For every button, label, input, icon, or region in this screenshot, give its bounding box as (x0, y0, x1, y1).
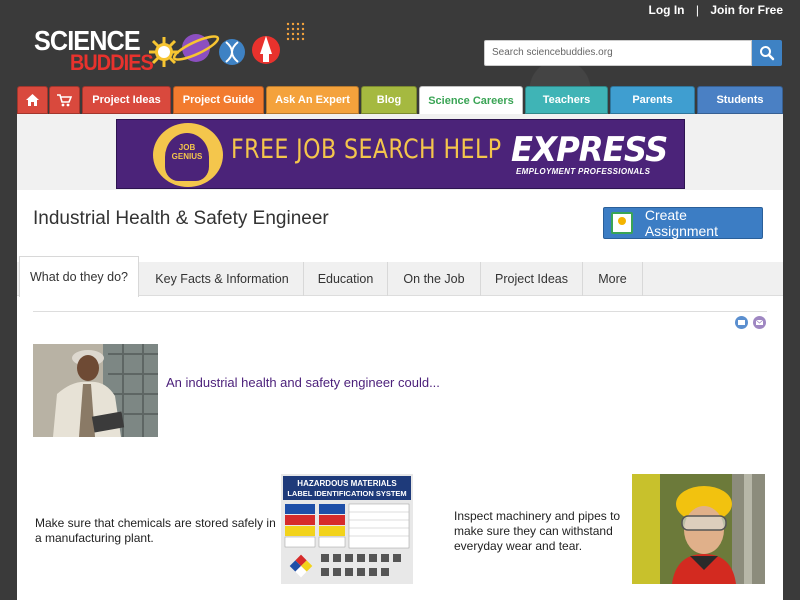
page-title: Industrial Health & Safety Engineer (33, 208, 329, 229)
dots-grid-icon (286, 22, 305, 41)
rocket-icon (252, 36, 280, 64)
search-input[interactable]: Search sciencebuddies.org (484, 40, 752, 66)
ad-area: JOB GENIUS FREE JOB SEARCH HELP EXPRESS … (17, 114, 783, 190)
account-links: Log In | Join for Free (649, 3, 784, 17)
site-header: SCIENCE BUDDIES Log In | Join for Free S… (0, 0, 800, 86)
nav-teachers[interactable]: Teachers (525, 86, 608, 114)
express-brand: EXPRESS (511, 130, 668, 170)
tab-education[interactable]: Education (304, 262, 388, 296)
email-button[interactable] (753, 316, 766, 329)
badge-job-text: JOB (178, 143, 196, 152)
task-2-text: Inspect machinery and pipes to make sure… (454, 509, 621, 553)
google-classroom-icon (611, 212, 633, 234)
tab-on-the-job[interactable]: On the Job (388, 262, 481, 296)
join-link[interactable]: Join for Free (710, 3, 783, 17)
print-icon (738, 320, 745, 325)
intro-text: An industrial health and safety engineer… (166, 375, 440, 390)
main-content: JOB GENIUS FREE JOB SEARCH HELP EXPRESS … (17, 114, 783, 600)
nav-students[interactable]: Students (697, 86, 783, 114)
planet-icon (172, 34, 220, 62)
science-buddies-logo[interactable]: SCIENCE BUDDIES (34, 20, 305, 80)
career-tabs: What do they do? Key Facts & Information… (17, 256, 783, 297)
home-icon (26, 94, 39, 106)
nav-science-careers[interactable]: Science Careers (419, 86, 523, 115)
tab-key-facts[interactable]: Key Facts & Information (141, 262, 304, 296)
task-1-text: Make sure that chemicals are stored safe… (35, 516, 276, 545)
main-nav: Project Ideas Project Guide Ask An Exper… (17, 86, 783, 115)
divider (33, 311, 767, 312)
engineer-photo (33, 344, 158, 437)
tab-what-do-they-do[interactable]: What do they do? (19, 256, 139, 297)
nav-home[interactable] (17, 86, 48, 114)
dna-icon (219, 39, 245, 65)
hazmat-title-line1: HAZARDOUS MATERIALS (297, 479, 397, 488)
nav-blog[interactable]: Blog (361, 86, 417, 114)
nav-ask-an-expert[interactable]: Ask An Expert (266, 86, 359, 114)
express-brand-sub: EMPLOYMENT PROFESSIONALS (516, 167, 651, 176)
hazmat-title-line2: LABEL IDENTIFICATION SYSTEM (287, 489, 406, 498)
logo-science-icons (149, 22, 305, 67)
job-genius-badge-icon: JOB GENIUS (153, 123, 223, 187)
nav-cart[interactable] (49, 86, 80, 114)
print-button[interactable] (735, 316, 748, 329)
cart-icon (57, 93, 72, 106)
tab-more[interactable]: More (583, 262, 643, 296)
link-separator: | (695, 3, 699, 17)
nav-project-guide[interactable]: Project Guide (173, 86, 264, 114)
logo-buddies-text: BUDDIES (70, 50, 154, 75)
express-ad-banner[interactable]: JOB GENIUS FREE JOB SEARCH HELP EXPRESS … (116, 119, 685, 189)
sun-icon (149, 37, 179, 67)
login-link[interactable]: Log In (649, 3, 685, 17)
badge-genius-text: GENIUS (171, 152, 203, 161)
worker-hardhat-photo (632, 474, 765, 584)
search-icon (760, 46, 775, 61)
ad-headline: FREE JOB SEARCH HELP (231, 134, 502, 165)
hazmat-sign-image: HAZARDOUS MATERIALS LABEL IDENTIFICATION… (281, 474, 413, 584)
nav-parents[interactable]: Parents (610, 86, 695, 114)
nav-project-ideas[interactable]: Project Ideas (82, 86, 171, 114)
create-assignment-button[interactable]: Create Assignment (603, 207, 763, 239)
tab-project-ideas[interactable]: Project Ideas (481, 262, 583, 296)
create-assignment-label: Create Assignment (644, 207, 718, 239)
search-button[interactable] (752, 40, 782, 66)
email-icon (755, 319, 764, 325)
